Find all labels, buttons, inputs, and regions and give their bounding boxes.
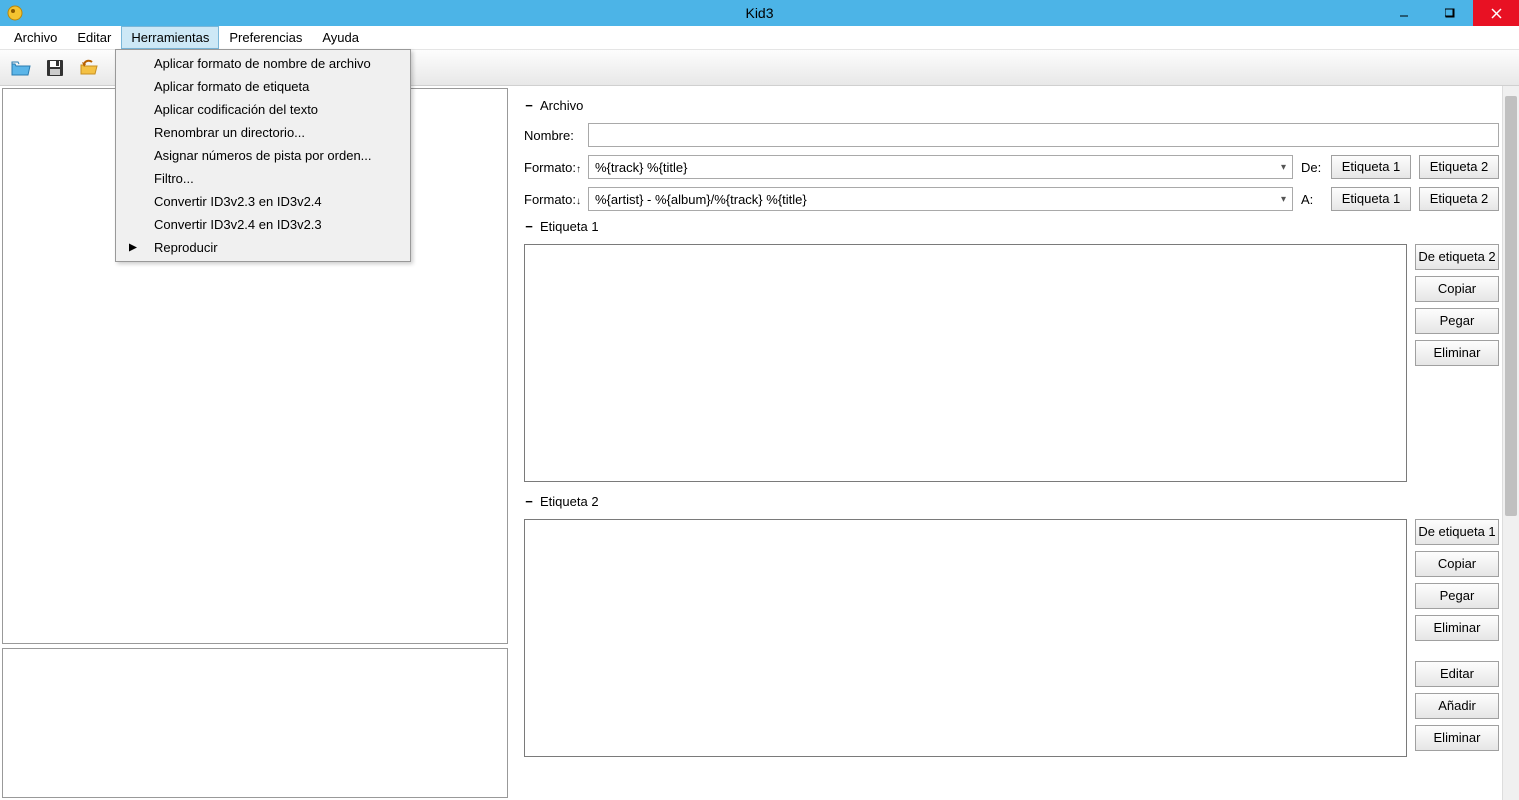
- tag2-copy-button[interactable]: Copiar: [1415, 551, 1499, 577]
- menu-apply-tag-format[interactable]: Aplicar formato de etiqueta: [118, 75, 408, 98]
- from-tag2-button[interactable]: Etiqueta 2: [1419, 155, 1499, 179]
- to-tag2-button[interactable]: Etiqueta 2: [1419, 187, 1499, 211]
- revert-button[interactable]: [76, 55, 102, 81]
- format1-value: %{track} %{title}: [595, 160, 688, 175]
- tag1-section-label: Etiqueta 1: [540, 219, 599, 234]
- chevron-down-icon: ▾: [1281, 162, 1286, 173]
- app-icon: [6, 4, 24, 22]
- menu-convert-23-24[interactable]: Convertir ID3v2.3 en ID3v2.4: [118, 190, 408, 213]
- revert-icon: [78, 58, 100, 78]
- folder-open-icon: [10, 58, 32, 78]
- menu-archivo[interactable]: Archivo: [4, 26, 67, 49]
- menu-play-label: Reproducir: [154, 240, 218, 255]
- file-section-label: Archivo: [540, 98, 583, 113]
- menu-convert-24-23[interactable]: Convertir ID3v2.4 en ID3v2.3: [118, 213, 408, 236]
- to-label: A:: [1301, 192, 1323, 207]
- menu-play[interactable]: Reproducir: [118, 236, 408, 259]
- menu-ayuda[interactable]: Ayuda: [312, 26, 369, 49]
- tag2-edit-button[interactable]: Editar: [1415, 661, 1499, 687]
- tag2-section-label: Etiqueta 2: [540, 494, 599, 509]
- right-panel: − Archivo Nombre: Formato: %{track} %{ti…: [516, 86, 1519, 800]
- close-button[interactable]: [1473, 0, 1519, 26]
- menu-apply-text-encoding[interactable]: Aplicar codificación del texto: [118, 98, 408, 121]
- from-label: De:: [1301, 160, 1323, 175]
- format2-value: %{artist} - %{album}/%{track} %{title}: [595, 192, 807, 207]
- file-section-header[interactable]: − Archivo: [524, 98, 1499, 113]
- tag1-area[interactable]: [524, 244, 1407, 482]
- name-input[interactable]: [588, 123, 1499, 147]
- herramientas-dropdown: Aplicar formato de nombre de archivo Apl…: [115, 49, 411, 262]
- scrollbar-thumb[interactable]: [1505, 96, 1517, 516]
- menu-filter[interactable]: Filtro...: [118, 167, 408, 190]
- scrollbar[interactable]: [1502, 86, 1519, 800]
- menu-preferencias[interactable]: Preferencias: [219, 26, 312, 49]
- tag2-add-button[interactable]: Añadir: [1415, 693, 1499, 719]
- tag2-remove-button[interactable]: Eliminar: [1415, 615, 1499, 641]
- format2-label: Formato:: [524, 192, 580, 207]
- tag1-remove-button[interactable]: Eliminar: [1415, 340, 1499, 366]
- chevron-down-icon: ▾: [1281, 194, 1286, 205]
- maximize-button[interactable]: [1427, 0, 1473, 26]
- tag1-section-header[interactable]: − Etiqueta 1: [524, 219, 1499, 234]
- tag1-paste-button[interactable]: Pegar: [1415, 308, 1499, 334]
- tag2-section-header[interactable]: − Etiqueta 2: [524, 494, 1499, 509]
- collapse-icon: −: [524, 98, 534, 113]
- to-tag1-button[interactable]: Etiqueta 1: [1331, 187, 1411, 211]
- format1-combo[interactable]: %{track} %{title} ▾: [588, 155, 1293, 179]
- menu-editar[interactable]: Editar: [67, 26, 121, 49]
- titlebar: Kid3: [0, 0, 1519, 26]
- play-icon: [128, 240, 138, 255]
- collapse-icon: −: [524, 494, 534, 509]
- collapse-icon: −: [524, 219, 534, 234]
- tag2-from-tag1-button[interactable]: De etiqueta 1: [1415, 519, 1499, 545]
- format1-label: Formato:: [524, 160, 580, 175]
- directory-list[interactable]: [2, 648, 508, 798]
- tag1-copy-button[interactable]: Copiar: [1415, 276, 1499, 302]
- tag2-paste-button[interactable]: Pegar: [1415, 583, 1499, 609]
- open-button[interactable]: [8, 55, 34, 81]
- name-label: Nombre:: [524, 128, 580, 143]
- menu-number-tracks[interactable]: Asignar números de pista por orden...: [118, 144, 408, 167]
- format2-combo[interactable]: %{artist} - %{album}/%{track} %{title} ▾: [588, 187, 1293, 211]
- minimize-button[interactable]: [1381, 0, 1427, 26]
- from-tag1-button[interactable]: Etiqueta 1: [1331, 155, 1411, 179]
- menu-apply-filename-format[interactable]: Aplicar formato de nombre de archivo: [118, 52, 408, 75]
- tag2-delete-button[interactable]: Eliminar: [1415, 725, 1499, 751]
- tag2-area[interactable]: [524, 519, 1407, 757]
- menu-rename-directory[interactable]: Renombrar un directorio...: [118, 121, 408, 144]
- tag1-from-tag2-button[interactable]: De etiqueta 2: [1415, 244, 1499, 270]
- menubar: Archivo Editar Herramientas Preferencias…: [0, 26, 1519, 50]
- menu-herramientas[interactable]: Herramientas: [121, 26, 219, 49]
- save-icon: [45, 58, 65, 78]
- window-title: Kid3: [745, 5, 773, 21]
- save-button[interactable]: [42, 55, 68, 81]
